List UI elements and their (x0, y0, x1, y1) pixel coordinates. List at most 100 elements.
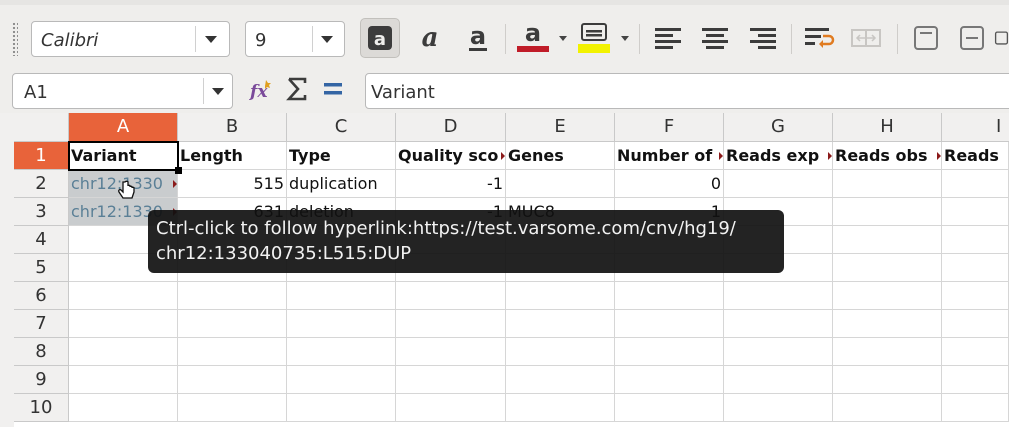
cell-i3[interactable] (942, 198, 1009, 226)
cell-a8[interactable] (69, 338, 178, 366)
font-size-combobox[interactable]: 9 (245, 21, 345, 57)
cell-h3[interactable] (833, 198, 942, 226)
cell-c7[interactable] (287, 310, 396, 338)
cell-a1[interactable]: Variant (69, 142, 178, 170)
select-all-corner[interactable] (14, 113, 69, 142)
cell-a7[interactable] (69, 310, 178, 338)
row-header-7[interactable]: 7 (14, 310, 69, 338)
column-header-a[interactable]: A (69, 113, 178, 142)
cell-e7[interactable] (506, 310, 615, 338)
cell-e1[interactable]: Genes (506, 142, 615, 170)
row-header-4[interactable]: 4 (14, 226, 69, 254)
cell-e8[interactable] (506, 338, 615, 366)
column-header-d[interactable]: D (396, 113, 506, 142)
italic-button[interactable]: a (410, 18, 450, 58)
cell-f8[interactable] (615, 338, 724, 366)
cell-d9[interactable] (396, 366, 506, 394)
cell-i1[interactable]: Reads (942, 142, 1009, 170)
cell-d10[interactable] (396, 394, 506, 422)
cell-g9[interactable] (724, 366, 833, 394)
cell-f1[interactable]: Number of (615, 142, 724, 170)
cell-c9[interactable] (287, 366, 396, 394)
cell-h6[interactable] (833, 282, 942, 310)
font-color-button[interactable]: a (512, 18, 554, 58)
cell-e6[interactable] (506, 282, 615, 310)
cell-d1[interactable]: Quality sco (396, 142, 506, 170)
cell-h1[interactable]: Reads obs (833, 142, 942, 170)
cell-h7[interactable] (833, 310, 942, 338)
cell-f10[interactable] (615, 394, 724, 422)
cell-i4[interactable] (942, 226, 1009, 254)
row-header-9[interactable]: 9 (14, 366, 69, 394)
column-header-g[interactable]: G (724, 113, 833, 142)
cell-f2[interactable]: 0 (615, 170, 724, 198)
cell-h8[interactable] (833, 338, 942, 366)
column-header-b[interactable]: B (178, 113, 287, 142)
cell-b8[interactable] (178, 338, 287, 366)
cell-b6[interactable] (178, 282, 287, 310)
cell-d7[interactable] (396, 310, 506, 338)
align-middle-button[interactable] (952, 18, 992, 58)
column-header-i[interactable]: I (942, 113, 1009, 142)
cell-f6[interactable] (615, 282, 724, 310)
bold-button[interactable]: a (360, 18, 400, 58)
cell-i10[interactable] (942, 394, 1009, 422)
cell-b7[interactable] (178, 310, 287, 338)
cell-a6[interactable] (69, 282, 178, 310)
column-header-e[interactable]: E (506, 113, 615, 142)
function-wizard-button[interactable]: fx (248, 78, 274, 108)
align-left-button[interactable] (648, 18, 688, 58)
cell-h5[interactable] (833, 254, 942, 282)
cell-g2[interactable] (724, 170, 833, 198)
formula-input[interactable]: Variant (365, 73, 1009, 109)
cell-h9[interactable] (833, 366, 942, 394)
cell-a10[interactable] (69, 394, 178, 422)
cell-a9[interactable] (69, 366, 178, 394)
wrap-text-button[interactable] (799, 18, 839, 58)
row-header-1[interactable]: 1 (14, 142, 69, 170)
font-size-dropdown-icon[interactable] (321, 36, 333, 43)
column-header-c[interactable]: C (287, 113, 396, 142)
align-center-button[interactable] (695, 18, 735, 58)
underline-button[interactable]: a (458, 18, 498, 58)
align-right-button[interactable] (743, 18, 783, 58)
cell-b2[interactable]: 515 (178, 170, 287, 198)
column-header-f[interactable]: F (615, 113, 724, 142)
cell-c10[interactable] (287, 394, 396, 422)
row-header-6[interactable]: 6 (14, 282, 69, 310)
toolbar-grip-handle[interactable] (12, 22, 18, 56)
cell-e10[interactable] (506, 394, 615, 422)
cell-c2[interactable]: duplication (287, 170, 396, 198)
cell-i7[interactable] (942, 310, 1009, 338)
cell-e2[interactable] (506, 170, 615, 198)
row-header-3[interactable]: 3 (14, 198, 69, 226)
name-box-dropdown-icon[interactable] (212, 88, 224, 95)
cell-g6[interactable] (724, 282, 833, 310)
formula-button[interactable] (322, 79, 344, 105)
cell-e9[interactable] (506, 366, 615, 394)
font-name-dropdown-icon[interactable] (205, 36, 217, 43)
highlight-color-dropdown-icon[interactable] (621, 36, 629, 41)
sum-button[interactable] (286, 76, 308, 108)
align-bottom-button[interactable] (994, 18, 1009, 58)
cell-b1[interactable]: Length (178, 142, 287, 170)
row-header-10[interactable]: 10 (14, 394, 69, 422)
cell-c8[interactable] (287, 338, 396, 366)
row-header-2[interactable]: 2 (14, 170, 69, 198)
cell-c6[interactable] (287, 282, 396, 310)
cell-i6[interactable] (942, 282, 1009, 310)
cell-i9[interactable] (942, 366, 1009, 394)
cell-h10[interactable] (833, 394, 942, 422)
font-name-combobox[interactable]: Calibri (31, 21, 230, 57)
cell-f9[interactable] (615, 366, 724, 394)
row-header-5[interactable]: 5 (14, 254, 69, 282)
cell-g8[interactable] (724, 338, 833, 366)
cell-h2[interactable] (833, 170, 942, 198)
font-color-dropdown-icon[interactable] (559, 36, 567, 41)
cell-d6[interactable] (396, 282, 506, 310)
cell-i5[interactable] (942, 254, 1009, 282)
cell-b9[interactable] (178, 366, 287, 394)
cell-i8[interactable] (942, 338, 1009, 366)
cell-g1[interactable]: Reads exp (724, 142, 833, 170)
cell-g10[interactable] (724, 394, 833, 422)
